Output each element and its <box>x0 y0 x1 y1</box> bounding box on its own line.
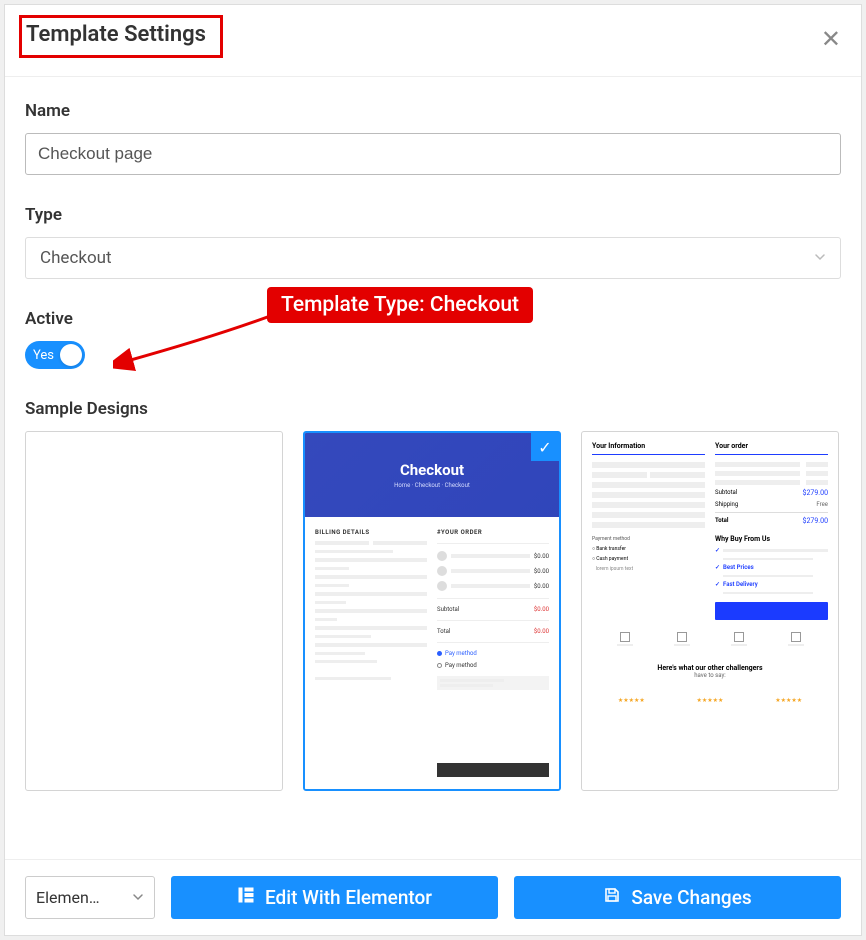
elementor-icon <box>237 886 255 909</box>
type-label: Type <box>25 205 841 225</box>
chevron-down-icon <box>814 248 826 268</box>
editor-select[interactable]: Elemen… <box>25 876 155 919</box>
design-thumbnail: Your Information Payment method <box>582 432 838 790</box>
editor-select-value: Elemen… <box>36 888 100 907</box>
chevron-down-icon <box>132 888 144 907</box>
design-card-checkout-classic[interactable]: ✓ Checkout Home · Checkout · Checkout BI… <box>303 431 561 791</box>
type-select[interactable]: Checkout <box>25 237 841 279</box>
name-label: Name <box>25 101 841 121</box>
close-icon[interactable]: ✕ <box>821 25 841 53</box>
callout-arrow <box>113 307 283 383</box>
type-field-group: Type Checkout <box>25 205 841 279</box>
check-icon: ✓ <box>531 433 559 461</box>
edit-button-label: Edit With Elementor <box>265 886 432 909</box>
save-changes-button[interactable]: Save Changes <box>514 876 841 919</box>
active-toggle[interactable]: Yes <box>25 341 85 369</box>
save-button-label: Save Changes <box>631 886 751 909</box>
design-card-checkout-modern[interactable]: Your Information Payment method <box>581 431 839 791</box>
name-field-group: Name <box>25 101 841 175</box>
edit-with-elementor-button[interactable]: Edit With Elementor <box>171 876 498 919</box>
toggle-knob <box>60 344 82 366</box>
name-input[interactable] <box>25 133 841 175</box>
modal-footer: Elemen… Edit With Elementor <box>5 859 861 935</box>
sample-designs-label: Sample Designs <box>25 399 841 419</box>
design-thumbnail: Checkout Home · Checkout · Checkout BILL… <box>305 433 559 789</box>
design-card-blank[interactable] <box>25 431 283 791</box>
modal-body: Template Type: Checkout Name Type Checko… <box>5 77 861 859</box>
modal-header: Template Settings ✕ <box>5 5 861 77</box>
type-select-value: Checkout <box>40 248 112 268</box>
designs-row: ✓ Checkout Home · Checkout · Checkout BI… <box>25 431 841 791</box>
sample-designs-group: Sample Designs ✓ Checkout Home · Checkou… <box>25 399 841 791</box>
toggle-value: Yes <box>33 348 54 363</box>
callout-label: Template Type: Checkout <box>267 287 533 323</box>
modal-title: Template Settings <box>19 15 223 58</box>
template-settings-modal: Template Settings ✕ Template Type: Check… <box>4 4 862 936</box>
save-icon <box>603 886 621 909</box>
